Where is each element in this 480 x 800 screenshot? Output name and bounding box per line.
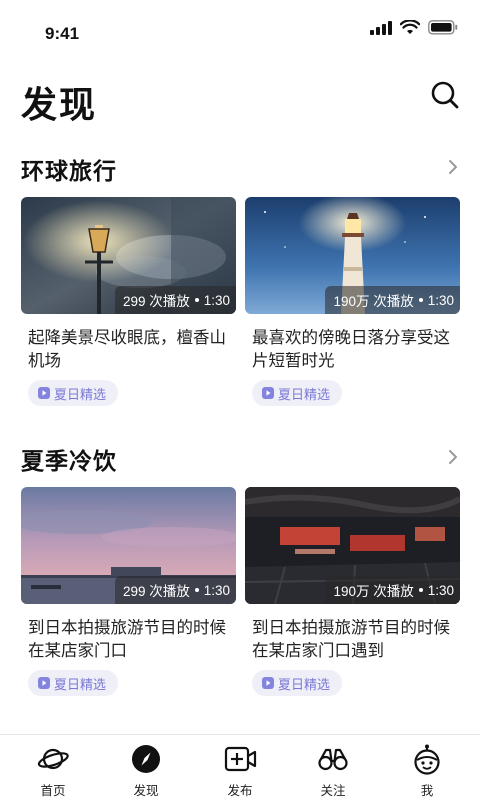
search-icon [431, 81, 459, 109]
wifi-icon [400, 20, 420, 34]
video-title[interactable]: 最喜欢的傍晚日落分享受这片短暂时光 [252, 326, 457, 372]
video-title[interactable]: 到日本拍摄旅游节目的时候在某店家门口 [28, 616, 233, 662]
robot-face-icon [414, 744, 440, 775]
binoculars-icon [318, 748, 348, 771]
separator-dot [418, 298, 423, 302]
play-icon [38, 677, 50, 689]
tab-label: 首页 [40, 783, 66, 798]
tab-me[interactable]: 我 [397, 743, 457, 798]
video-thumbnail[interactable]: 190万 次播放 1:30 [245, 197, 460, 314]
tab-publish[interactable]: 发布 [210, 743, 270, 798]
duration: 1:30 [427, 292, 454, 308]
tag-chip[interactable]: 夏日精选 [28, 670, 119, 696]
battery-icon [428, 20, 458, 35]
video-thumbnail[interactable]: 299 次播放 1:30 [21, 487, 236, 604]
play-count: 190万 次播放 [333, 294, 414, 309]
play-count: 299 次播放 [122, 584, 190, 599]
play-count: 190万 次播放 [333, 584, 414, 599]
tag-label: 夏日精选 [278, 677, 331, 693]
play-icon [262, 387, 274, 399]
separator-dot [418, 588, 423, 592]
video-title[interactable]: 到日本拍摄旅游节目的时候在某店家门口遇到 [252, 616, 457, 662]
tab-discover[interactable]: 发现 [116, 743, 176, 798]
section-global-travel: 环球旅行 299 次播放 1:30 起降美景尽收眼底，檀香山机场 夏日精选 19… [0, 152, 480, 417]
play-count: 299 次播放 [122, 294, 190, 309]
status-icons [370, 20, 458, 35]
signal-icon [370, 20, 392, 35]
play-meta: 190万 次播放 1:30 [325, 576, 460, 604]
compass-icon [132, 745, 160, 773]
tab-label: 发布 [227, 783, 253, 798]
duration: 1:30 [203, 292, 230, 308]
video-title[interactable]: 起降美景尽收眼底，檀香山机场 [28, 326, 233, 372]
tab-follow[interactable]: 关注 [303, 743, 363, 798]
play-meta: 299 次播放 1:30 [114, 576, 236, 604]
status-time: 9:41 [45, 24, 80, 43]
tab-label: 关注 [320, 783, 346, 798]
section-title: 环球旅行 [21, 159, 117, 185]
separator-dot [194, 298, 199, 302]
duration: 1:30 [203, 582, 230, 598]
video-add-icon [224, 746, 257, 772]
video-thumbnail[interactable]: 190万 次播放 1:30 [245, 487, 460, 604]
play-meta: 190万 次播放 1:30 [325, 286, 460, 314]
video-thumbnail[interactable]: 299 次播放 1:30 [21, 197, 236, 314]
tag-label: 夏日精选 [54, 677, 107, 693]
search-button[interactable] [430, 80, 460, 110]
section-title: 夏季冷饮 [21, 449, 117, 475]
tag-chip[interactable]: 夏日精选 [252, 380, 343, 406]
tab-label: 我 [420, 783, 434, 798]
page-title: 发现 [21, 85, 98, 126]
section-summer-drinks: 夏季冷饮 299 次播放 1:30 到日本拍摄旅游节目的时候在某店家门口 夏日精… [0, 442, 480, 707]
status-bar: 9:41 [0, 0, 480, 60]
planet-icon [37, 748, 69, 770]
tab-bar: 首页 发现 发布 关注 我 [0, 734, 480, 800]
tag-label: 夏日精选 [54, 387, 107, 403]
separator-dot [194, 588, 199, 592]
play-meta: 299 次播放 1:30 [114, 286, 236, 314]
play-icon [262, 677, 274, 689]
tag-chip[interactable]: 夏日精选 [28, 380, 119, 406]
chevron-right-icon[interactable] [446, 448, 460, 466]
tag-label: 夏日精选 [278, 387, 331, 403]
tab-label: 发现 [133, 783, 159, 798]
duration: 1:30 [427, 582, 454, 598]
tab-home[interactable]: 首页 [23, 743, 83, 798]
tag-chip[interactable]: 夏日精选 [252, 670, 343, 696]
play-icon [38, 387, 50, 399]
chevron-right-icon[interactable] [446, 158, 460, 176]
